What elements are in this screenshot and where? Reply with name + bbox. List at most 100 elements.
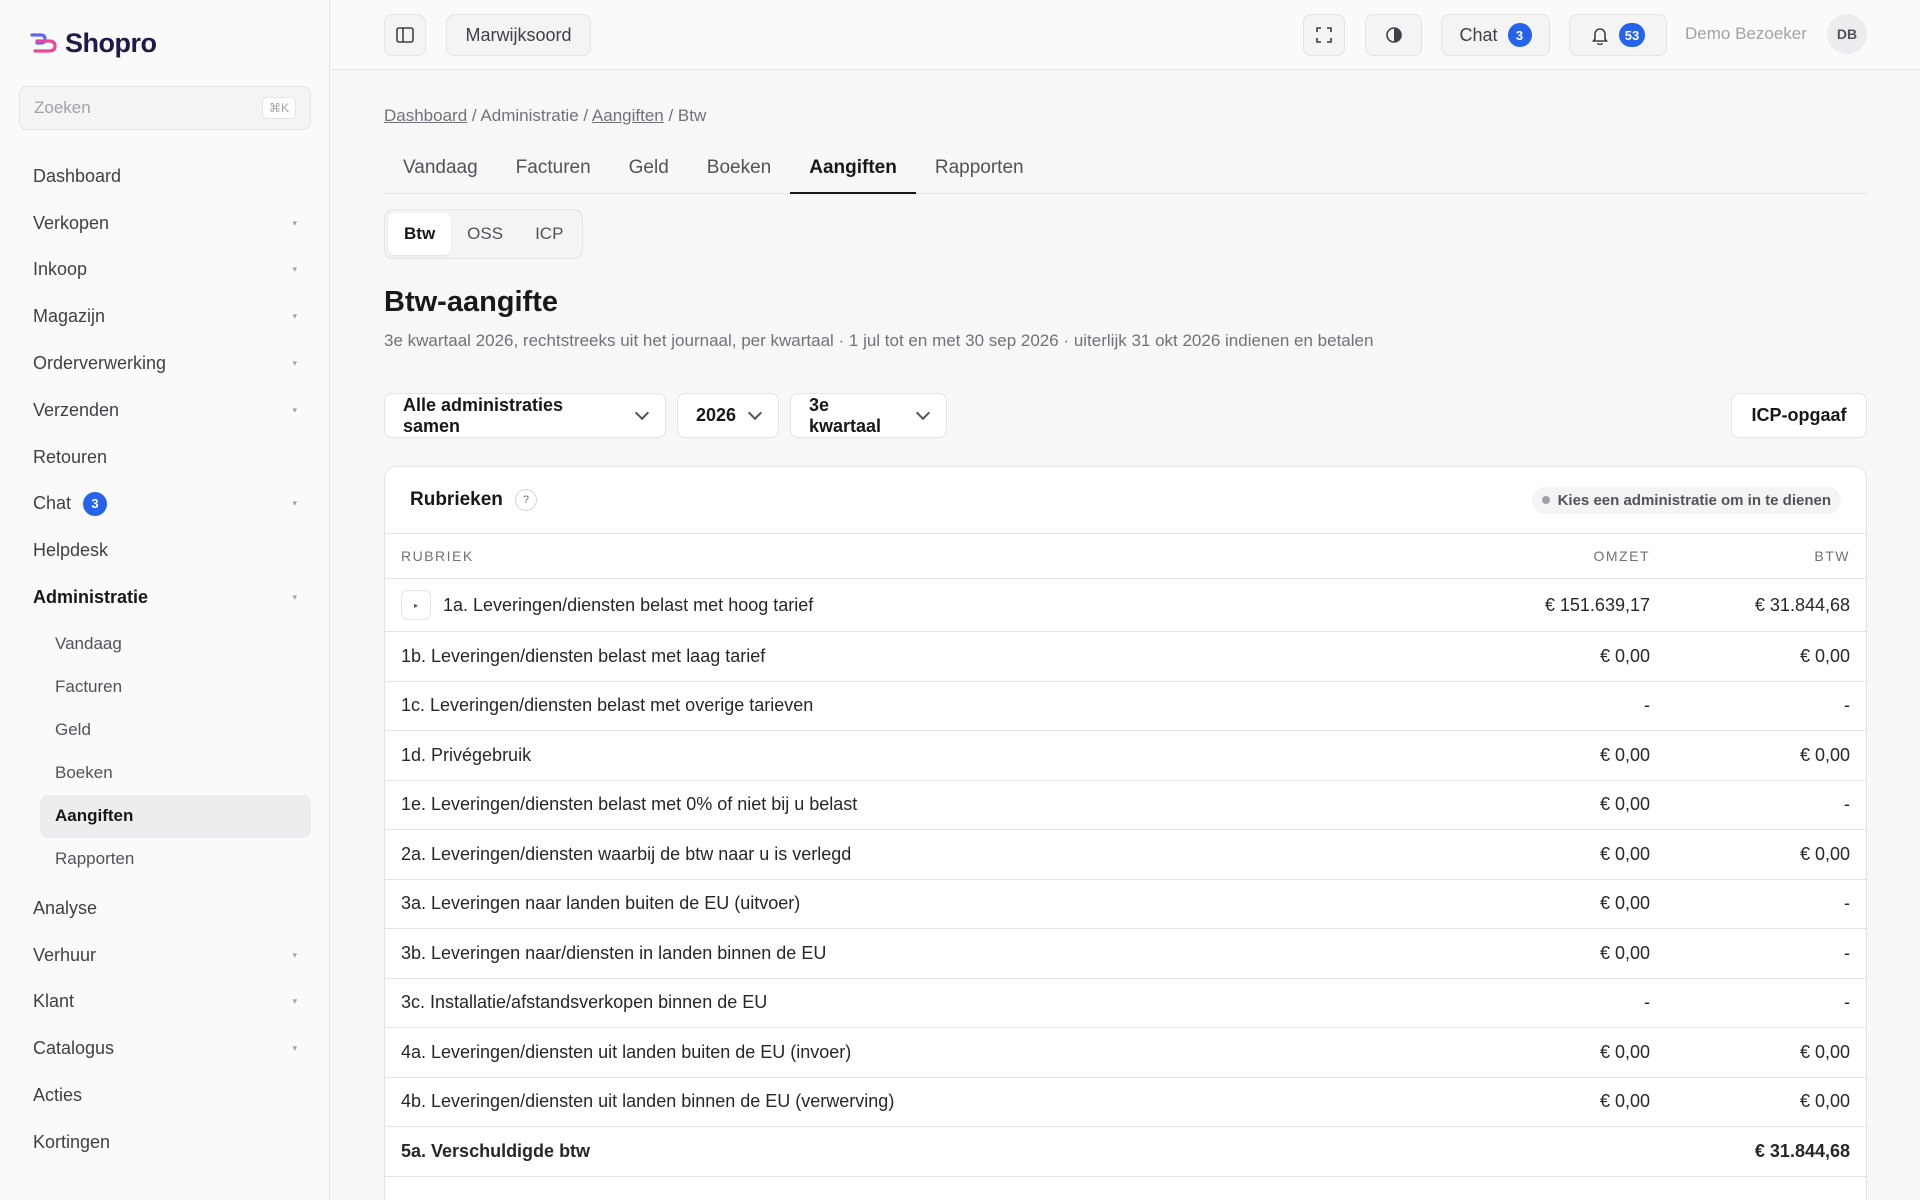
column-header-omzet: OMZET xyxy=(1593,548,1650,564)
segment-oss[interactable]: OSS xyxy=(451,213,519,255)
tab-boeken[interactable]: Boeken xyxy=(688,148,790,194)
table-row: 1e. Leveringen/diensten belast met 0% of… xyxy=(385,781,1866,830)
sidebar-subitem-rapporten[interactable]: Rapporten xyxy=(40,838,311,881)
tab-rapporten[interactable]: Rapporten xyxy=(916,148,1043,194)
sidebar-chat-badge: 3 xyxy=(83,491,108,516)
sidebar-item-helpdesk[interactable]: Helpdesk xyxy=(19,527,311,574)
breadcrumb-separator: / xyxy=(578,106,592,125)
avatar[interactable]: DB xyxy=(1827,14,1867,54)
sidebar-item-label: Retouren xyxy=(33,446,108,467)
table-body: ▸ 1a. Leveringen/diensten belast met hoog… xyxy=(385,579,1866,1177)
cell-rubriek: 3a. Leveringen naar landen buiten de EU … xyxy=(385,893,1450,914)
sidebar-item-kortingen[interactable]: Kortingen xyxy=(19,1119,311,1166)
sidebar-item-dashboard[interactable]: Dashboard xyxy=(19,153,311,200)
notifications-button[interactable]: 53 xyxy=(1569,14,1667,56)
quarter-select[interactable]: 3e kwartaal xyxy=(790,393,947,438)
sidebar-item-label: Verzenden xyxy=(33,399,120,420)
sidebar-nav: Dashboard Verkopen ▾ Inkoop ▾ Magazijn ▾ Orderv… xyxy=(19,153,311,1166)
breadcrumb-administratie: Administratie xyxy=(480,106,579,125)
sidebar-subnav: Vandaag Facturen Geld Boeken Aangiften Rappor… xyxy=(19,621,311,885)
page-title: Btw-aangifte xyxy=(384,286,558,318)
chat-button[interactable]: Chat 3 xyxy=(1441,14,1550,56)
cell-btw: € 0,00 xyxy=(1799,645,1850,666)
chevron-down-icon xyxy=(747,405,763,421)
cell-btw: € 0,00 xyxy=(1799,744,1850,765)
administration-select-value: Alle administraties samen xyxy=(403,394,564,436)
status-badge: Kies een administratie om in te dienen xyxy=(1531,486,1841,514)
user-name: Demo Bezoeker xyxy=(1685,24,1807,43)
sidebar-subitem-boeken[interactable]: Boeken xyxy=(40,752,311,795)
sidebar-item-verzenden[interactable]: Verzenden ▾ xyxy=(19,387,311,434)
sidebar-item-acties[interactable]: Acties xyxy=(19,1072,311,1119)
administration-select[interactable]: Alle administraties samen xyxy=(384,393,666,438)
table-row: 1c. Leveringen/diensten belast met overi… xyxy=(385,682,1866,731)
sidebar-item-retouren[interactable]: Retouren xyxy=(19,434,311,481)
sidebar-item-label: Verhuur xyxy=(33,944,97,965)
cell-omzet: € 151.639,17 xyxy=(1544,594,1650,615)
cell-rubriek: 5a. Verschuldigde btw xyxy=(385,1141,1450,1162)
segment-icp[interactable]: ICP xyxy=(519,213,579,255)
expand-row-button[interactable]: ▸ xyxy=(401,590,431,620)
rubriek-label: 3a. Leveringen naar landen buiten de EU … xyxy=(401,893,801,914)
table-row: 3c. Installatie/afstandsverkopen binnen … xyxy=(385,979,1866,1028)
rubriek-label: 3c. Installatie/afstandsverkopen binnen … xyxy=(401,992,768,1013)
breadcrumb-aangiften[interactable]: Aangiften xyxy=(592,106,664,125)
tab-geld[interactable]: Geld xyxy=(610,148,688,194)
search-placeholder: Zoeken xyxy=(34,98,91,117)
cell-btw: - xyxy=(1844,992,1850,1013)
toggle-sidebar-button[interactable] xyxy=(384,14,426,56)
sidebar-toggle-icon xyxy=(396,27,414,43)
tab-facturen[interactable]: Facturen xyxy=(497,148,610,194)
sidebar-subitem-aangiften[interactable]: Aangiften xyxy=(40,794,311,838)
sidebar-item-chat[interactable]: Chat 3 ▾ xyxy=(19,481,311,528)
location-selector[interactable]: Marwijksoord xyxy=(446,14,591,56)
sidebar-item-verhuur[interactable]: Verhuur ▾ xyxy=(19,932,311,979)
cell-rubriek: 3c. Installatie/afstandsverkopen binnen … xyxy=(385,992,1450,1013)
fullscreen-button[interactable] xyxy=(1303,14,1345,56)
table-row: ▸ 1a. Leveringen/diensten belast met hoog… xyxy=(385,579,1866,632)
cell-omzet: € 0,00 xyxy=(1599,1041,1650,1062)
sidebar-item-orderverwerking[interactable]: Orderverwerking ▾ xyxy=(19,340,311,387)
column-header-rubriek: RUBRIEK xyxy=(401,548,474,564)
search-input[interactable]: Zoeken ⌘K xyxy=(19,86,311,130)
card-title: Rubrieken xyxy=(410,489,503,510)
sidebar-item-analyse[interactable]: Analyse xyxy=(19,885,311,932)
cell-btw: € 31.844,68 xyxy=(1754,1140,1850,1161)
sidebar-item-label: Orderverwerking xyxy=(33,353,167,374)
cell-btw: - xyxy=(1844,942,1850,963)
location-label: Marwijksoord xyxy=(465,24,572,45)
cell-btw: - xyxy=(1844,695,1850,716)
sidebar-item-inkoop[interactable]: Inkoop ▾ xyxy=(19,247,311,294)
bell-icon xyxy=(1591,28,1608,45)
breadcrumb-btw: Btw xyxy=(677,106,707,125)
sidebar-item-label: Klant xyxy=(33,991,75,1012)
sidebar-subitem-vandaag[interactable]: Vandaag xyxy=(40,623,311,666)
sidebar-item-klant[interactable]: Klant ▾ xyxy=(19,979,311,1026)
rubriek-label: 3b. Leveringen naar/diensten in landen b… xyxy=(401,942,827,963)
sidebar-item-magazijn[interactable]: Magazijn ▾ xyxy=(19,293,311,340)
sidebar-item-verkopen[interactable]: Verkopen ▾ xyxy=(19,200,311,247)
icp-report-button[interactable]: ICP-opgaaf xyxy=(1731,393,1867,438)
tab-vandaag[interactable]: Vandaag xyxy=(384,148,497,194)
fullscreen-icon xyxy=(1316,27,1332,43)
sidebar-item-label: Verkopen xyxy=(33,212,110,233)
sidebar-item-catalogus[interactable]: Catalogus ▾ xyxy=(19,1025,311,1072)
help-icon[interactable]: ? xyxy=(514,489,537,511)
quarter-select-value: 3e kwartaal xyxy=(809,394,882,436)
segment-btw[interactable]: Btw xyxy=(388,213,452,255)
sidebar-item-administratie[interactable]: Administratie ▾ xyxy=(19,574,311,621)
app-logo[interactable]: Shopro xyxy=(29,28,157,59)
tab-aangiften[interactable]: Aangiften xyxy=(790,148,916,194)
sidebar-subitem-geld[interactable]: Geld xyxy=(40,709,311,752)
rubriek-label: 2a. Leveringen/diensten waarbij de btw n… xyxy=(401,843,852,864)
cell-rubriek: ▸ 1a. Leveringen/diensten belast met hoog… xyxy=(385,590,1450,620)
cell-omzet: € 0,00 xyxy=(1599,744,1650,765)
breadcrumb-dashboard[interactable]: Dashboard xyxy=(384,106,467,125)
year-select[interactable]: 2026 xyxy=(677,393,779,438)
chevron-down-icon: ▾ xyxy=(292,949,297,960)
cell-omzet: € 0,00 xyxy=(1599,942,1650,963)
sidebar-subitem-facturen[interactable]: Facturen xyxy=(40,666,311,709)
sidebar-item-label: Inkoop xyxy=(33,259,88,280)
theme-toggle-button[interactable] xyxy=(1365,14,1422,56)
cell-btw: € 0,00 xyxy=(1799,843,1850,864)
